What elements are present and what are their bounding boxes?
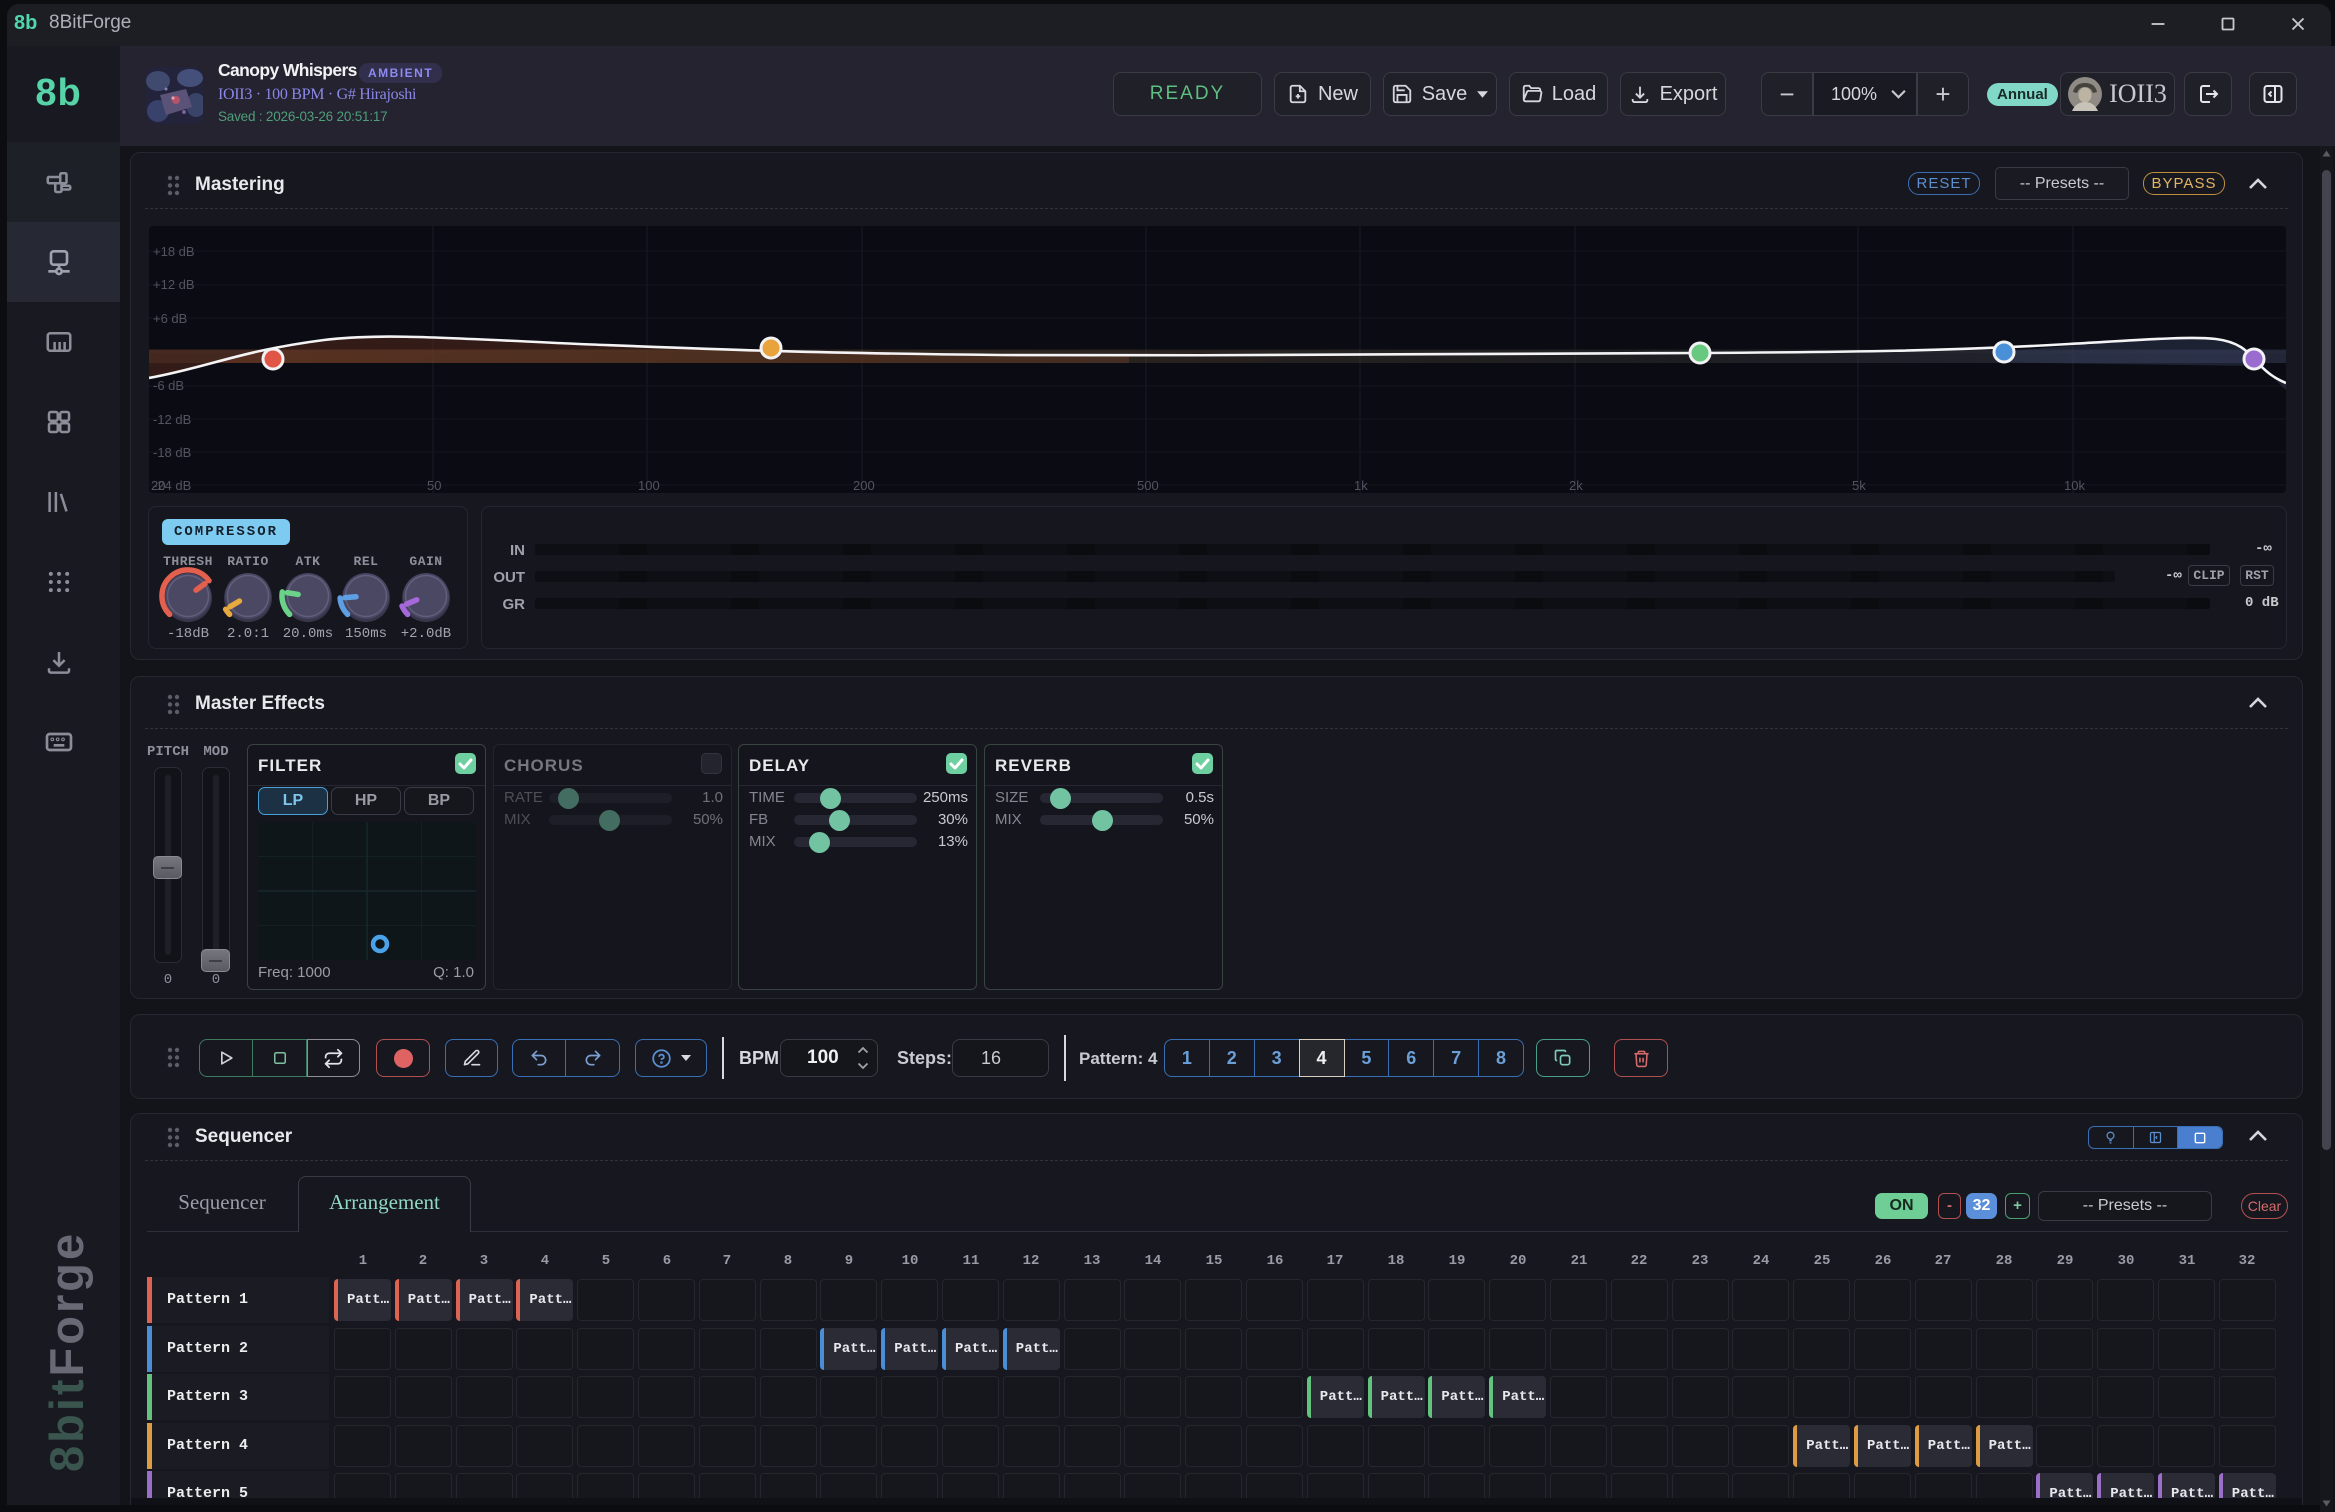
svg-text:2k: 2k [1569,478,1583,493]
svg-text:-6 dB: -6 dB [153,378,184,393]
svg-text:1k: 1k [1354,478,1368,493]
svg-text:-12 dB: -12 dB [153,412,191,427]
svg-text:+6 dB: +6 dB [153,311,187,326]
svg-text:20: 20 [151,478,165,493]
svg-text:500: 500 [1137,478,1159,493]
svg-text:100: 100 [638,478,660,493]
svg-text:+18 dB: +18 dB [153,244,195,259]
svg-text:50: 50 [427,478,441,493]
svg-text:5k: 5k [1852,478,1866,493]
svg-text:200: 200 [853,478,875,493]
svg-text:-18 dB: -18 dB [153,445,191,460]
svg-text:10k: 10k [2064,478,2085,493]
svg-text:+12 dB: +12 dB [153,277,195,292]
